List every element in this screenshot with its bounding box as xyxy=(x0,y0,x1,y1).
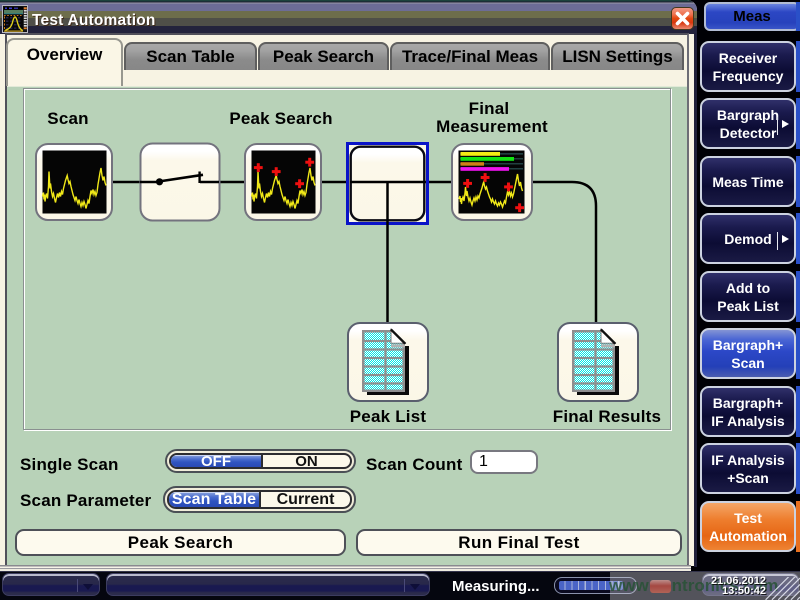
svg-text:Scan: Scan xyxy=(47,109,88,128)
svg-text:Final Results: Final Results xyxy=(553,407,661,426)
svg-text:Measurement: Measurement xyxy=(436,117,548,136)
svg-text:Peak Search: Peak Search xyxy=(229,109,332,128)
svg-text:Peak List: Peak List xyxy=(350,407,427,426)
svg-text:Final: Final xyxy=(469,99,510,118)
